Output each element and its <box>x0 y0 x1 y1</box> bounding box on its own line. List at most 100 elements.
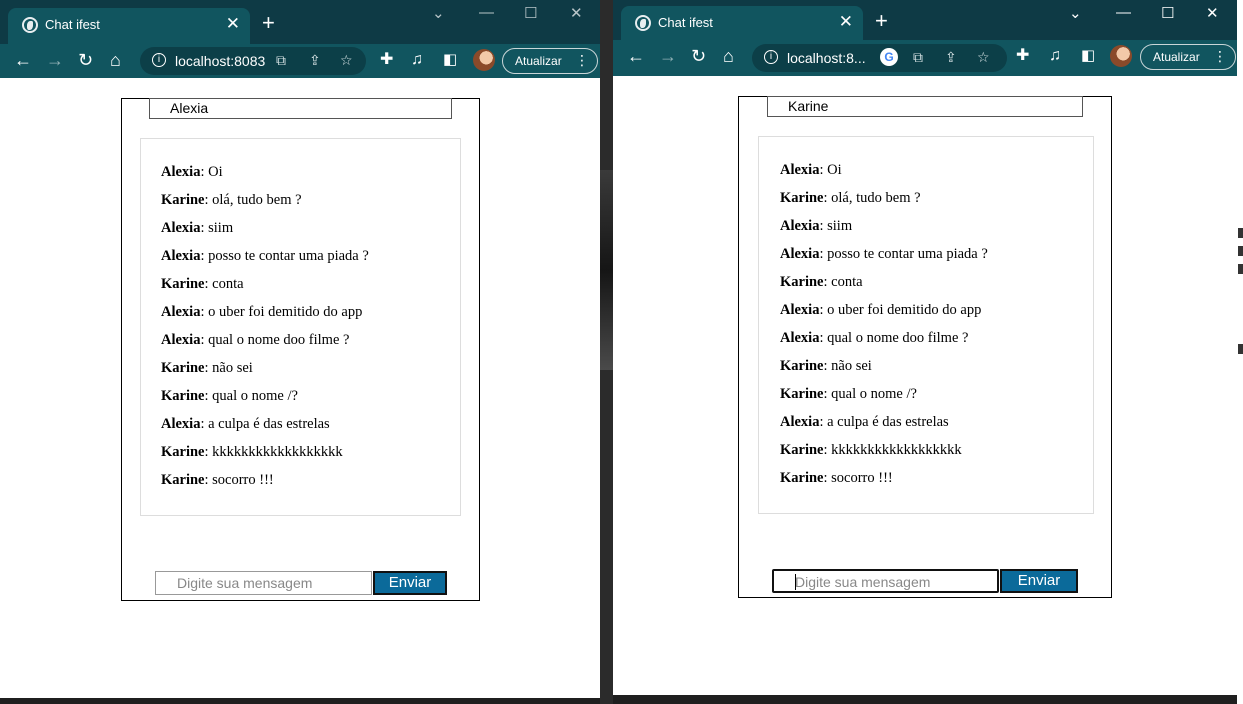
list-item: Alexia: o uber foi demitido do app <box>780 302 1093 330</box>
url-text: localhost:8083 <box>175 53 266 69</box>
message-sender: Karine <box>780 190 824 206</box>
star-icon[interactable]: ☆ <box>977 49 990 66</box>
reload-icon[interactable]: ↻ <box>78 51 93 69</box>
reload-icon[interactable]: ↻ <box>691 47 706 65</box>
edge-glyph <box>1238 228 1243 238</box>
send-button[interactable]: Enviar <box>373 571 447 595</box>
maximize-icon[interactable]: ☐ <box>524 4 537 22</box>
media-icon[interactable]: ♫ <box>411 51 423 69</box>
message-input[interactable]: Digite sua mensagem <box>155 571 372 595</box>
share-icon[interactable]: ⇪ <box>945 49 957 66</box>
tab-search-icon[interactable]: ⌄ <box>1069 4 1082 22</box>
plus-icon[interactable]: + <box>262 10 275 36</box>
side-panel-icon[interactable]: ◧ <box>443 51 457 69</box>
update-button[interactable]: Atualizar ⋮ <box>502 48 598 74</box>
list-item: Alexia: siim <box>780 218 1093 246</box>
username-field[interactable]: Alexia <box>149 98 452 119</box>
info-icon[interactable]: i <box>764 50 778 64</box>
list-item: Karine: qual o nome /? <box>161 388 460 416</box>
back-arrow-icon[interactable]: ← <box>14 51 32 69</box>
message-sender: Alexia <box>780 162 820 178</box>
translate-icon[interactable]: ⧉ <box>276 52 286 69</box>
tab-search-icon[interactable]: ⌄ <box>432 4 445 22</box>
message-input-placeholder: Digite sua mensagem <box>177 575 313 591</box>
forward-arrow-icon[interactable]: → <box>659 47 677 65</box>
list-item: Alexia: posso te contar uma piada ? <box>780 246 1093 274</box>
list-item: Alexia: Oi <box>780 162 1093 190</box>
tab-chat-ifest[interactable]: Chat ifest ✕ <box>8 8 250 44</box>
minimize-icon[interactable]: — <box>1116 4 1131 21</box>
message-text: : qual o nome /? <box>823 386 917 402</box>
message-input[interactable]: Digite sua mensagem <box>772 569 999 593</box>
browser-toolbar: ← → ↻ ⌂ i localhost:8... G ⧉ ⇪ ☆ ✚ ♫ ◧ A… <box>613 40 1237 76</box>
home-icon[interactable]: ⌂ <box>110 51 121 69</box>
kebab-menu-icon[interactable]: ⋮ <box>575 52 589 69</box>
list-item: Karine: não sei <box>780 358 1093 386</box>
close-window-icon[interactable]: ✕ <box>1206 4 1219 22</box>
list-item: Karine: kkkkkkkkkkkkkkkkkk <box>780 442 1093 470</box>
side-panel-icon[interactable]: ◧ <box>1081 47 1095 65</box>
close-window-icon[interactable]: ✕ <box>570 4 583 22</box>
message-text: : olá, tudo bem ? <box>823 190 921 206</box>
media-icon[interactable]: ♫ <box>1049 47 1061 65</box>
list-item: Alexia: qual o nome doo filme ? <box>780 330 1093 358</box>
back-arrow-icon[interactable]: ← <box>627 47 645 65</box>
message-sender: Alexia <box>161 164 201 180</box>
message-text: : qual o nome /? <box>204 388 298 404</box>
star-icon[interactable]: ☆ <box>340 52 353 69</box>
google-icon[interactable]: G <box>880 48 898 66</box>
desktop-background <box>600 0 613 704</box>
close-icon[interactable]: ✕ <box>226 14 240 34</box>
message-text: : não sei <box>823 358 872 374</box>
message-text: : siim <box>819 218 853 234</box>
list-item: Karine: não sei <box>161 360 460 388</box>
forward-arrow-icon[interactable]: → <box>46 51 64 69</box>
username-field[interactable]: Karine <box>767 96 1083 117</box>
update-button[interactable]: Atualizar ⋮ <box>1140 44 1236 70</box>
close-icon[interactable]: ✕ <box>839 12 853 32</box>
tab-title: Chat ifest <box>658 15 713 30</box>
puzzle-icon[interactable]: ✚ <box>1016 47 1029 65</box>
info-icon[interactable]: i <box>152 53 166 67</box>
list-item: Karine: conta <box>161 276 460 304</box>
message-text: : olá, tudo bem ? <box>204 192 302 208</box>
message-sender: Karine <box>161 388 205 404</box>
message-sender: Alexia <box>161 332 201 348</box>
message-text: : o uber foi demitido do app <box>819 302 982 318</box>
message-text: : kkkkkkkkkkkkkkkkkk <box>204 444 343 460</box>
message-text: : siim <box>200 220 234 236</box>
send-button[interactable]: Enviar <box>1000 569 1078 593</box>
list-item: Alexia: posso te contar uma piada ? <box>161 248 460 276</box>
edge-glyph <box>1238 344 1243 354</box>
background-window-shadow <box>600 170 613 370</box>
message-sender: Karine <box>161 276 205 292</box>
translate-icon[interactable]: ⧉ <box>913 49 923 66</box>
globe-icon <box>22 17 38 33</box>
address-bar[interactable]: i localhost:8083 ⧉ ⇪ ☆ <box>140 47 366 75</box>
tab-chat-ifest[interactable]: Chat ifest ✕ <box>621 6 863 40</box>
share-icon[interactable]: ⇪ <box>309 52 321 69</box>
list-item: Karine: kkkkkkkkkkkkkkkkkk <box>161 444 460 472</box>
list-item: Alexia: siim <box>161 220 460 248</box>
message-sender: Karine <box>161 360 205 376</box>
list-item: Alexia: Oi <box>161 164 460 192</box>
update-label: Atualizar <box>1153 50 1200 64</box>
message-list: Alexia: Oi Karine: olá, tudo bem ? Alexi… <box>758 136 1094 514</box>
message-sender: Alexia <box>780 414 820 430</box>
list-item: Alexia: qual o nome doo filme ? <box>161 332 460 360</box>
puzzle-icon[interactable]: ✚ <box>380 51 393 69</box>
tab-strip: Chat ifest ✕ + ⌄ — ☐ ✕ <box>613 0 1237 40</box>
home-icon[interactable]: ⌂ <box>723 47 734 65</box>
message-text: : qual o nome doo filme ? <box>819 330 969 346</box>
minimize-icon[interactable]: — <box>479 4 494 21</box>
kebab-menu-icon[interactable]: ⋮ <box>1213 48 1227 65</box>
plus-icon[interactable]: + <box>875 8 888 34</box>
list-item: Alexia: a culpa é das estrelas <box>780 414 1093 442</box>
username-value: Karine <box>788 98 829 114</box>
address-bar[interactable]: i localhost:8... G ⧉ ⇪ ☆ <box>752 44 1007 72</box>
avatar[interactable] <box>473 49 495 71</box>
maximize-icon[interactable]: ☐ <box>1161 4 1174 22</box>
avatar[interactable] <box>1110 45 1132 67</box>
list-item: Karine: olá, tudo bem ? <box>161 192 460 220</box>
list-item: Alexia: a culpa é das estrelas <box>161 416 460 444</box>
